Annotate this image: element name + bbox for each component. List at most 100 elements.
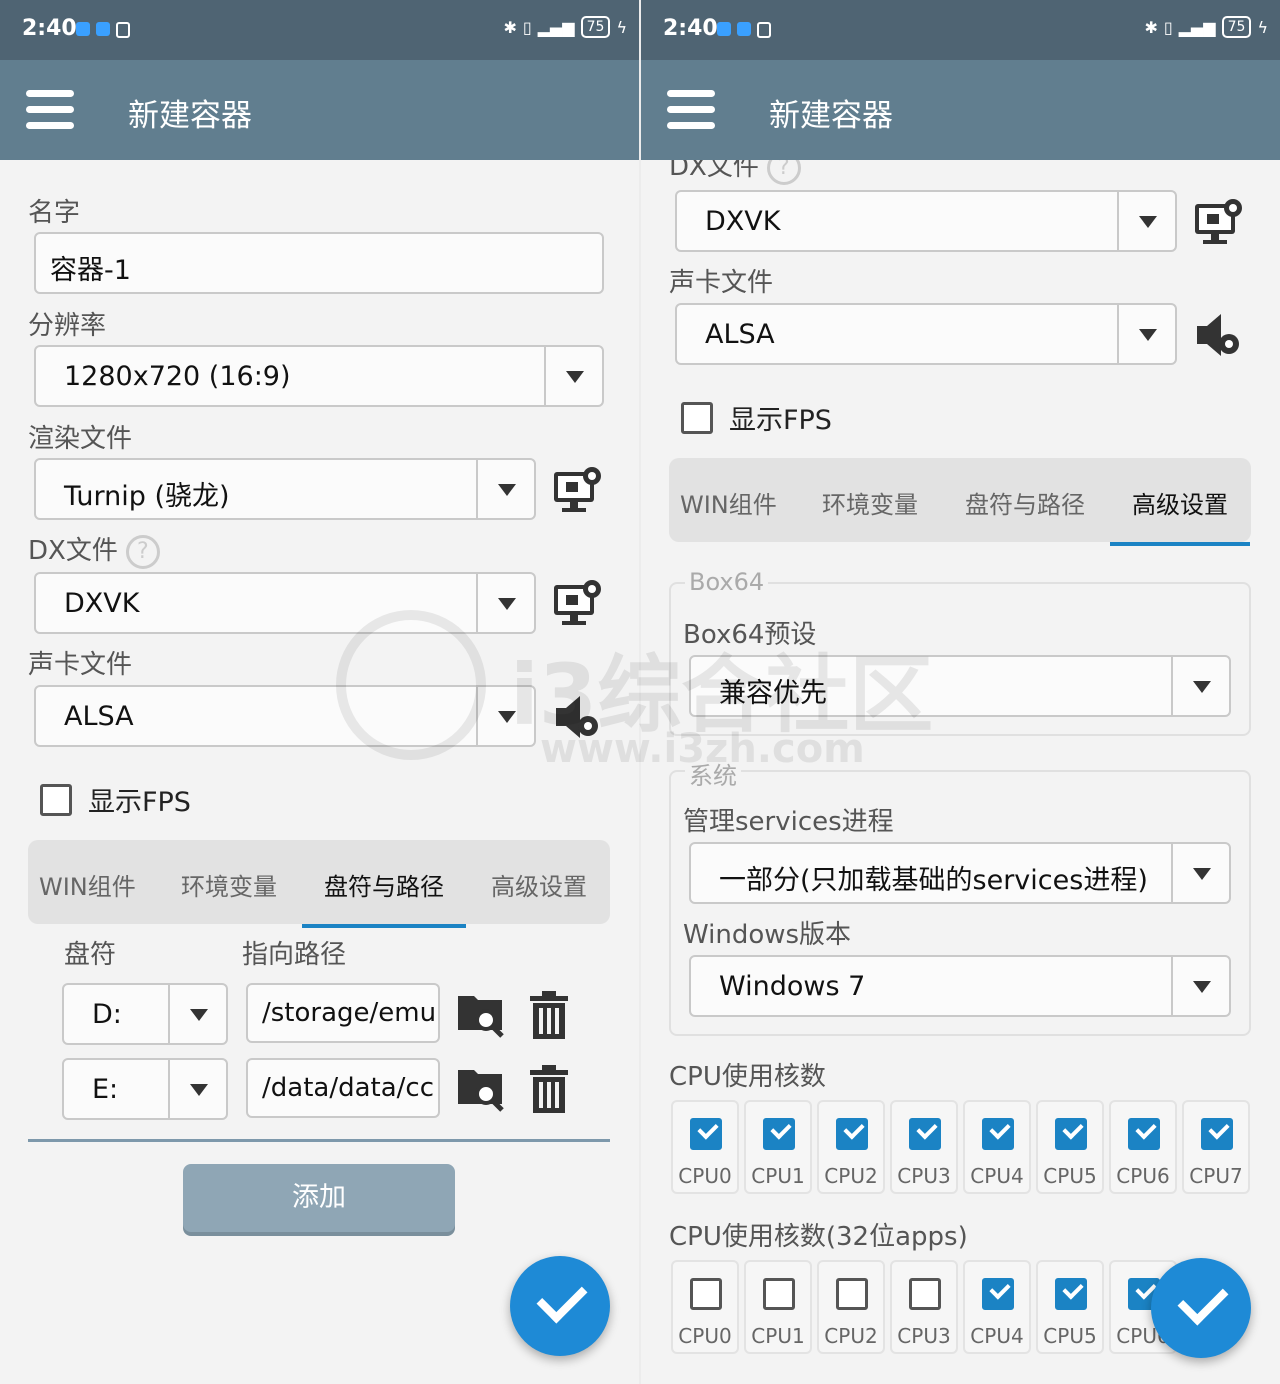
services-value: 一部分(只加载基础的services进程) xyxy=(719,865,1148,896)
battery-icon: 75 xyxy=(580,16,611,38)
chevron-down-icon[interactable] xyxy=(168,1060,226,1118)
cpu-core-checkbox[interactable] xyxy=(982,1118,1014,1150)
help-icon[interactable]: ? xyxy=(125,534,160,569)
dx-settings-icon[interactable] xyxy=(552,577,604,629)
resolution-select[interactable]: 1280x720 (16:9) xyxy=(34,345,604,407)
tab-win-components[interactable]: WIN组件 xyxy=(680,485,777,520)
drive-select-d[interactable]: D: xyxy=(62,983,228,1045)
sound-settings-icon[interactable] xyxy=(1193,310,1245,362)
dx-select[interactable]: DXVK xyxy=(34,572,536,634)
chevron-down-icon[interactable] xyxy=(1171,657,1229,715)
menu-icon[interactable] xyxy=(26,90,74,130)
path-header: 指向路径 xyxy=(242,940,347,970)
drive-letter: D: xyxy=(92,999,122,1030)
cpu-core-cell[interactable]: CPU0 xyxy=(671,1260,739,1354)
charging-icon: ϟ xyxy=(1257,17,1268,37)
cpu-core-checkbox[interactable] xyxy=(1055,1118,1087,1150)
cpu-core-cell[interactable]: CPU1 xyxy=(744,1100,812,1194)
tab-win-components[interactable]: WIN组件 xyxy=(39,867,136,902)
chevron-down-icon[interactable] xyxy=(544,347,602,405)
tab-bar: WIN组件 环境变量 盘符与路径 高级设置 xyxy=(669,458,1251,546)
cpu-core-checkbox[interactable] xyxy=(836,1278,868,1310)
cpu-core-checkbox[interactable] xyxy=(1201,1118,1233,1150)
box64-preset-select[interactable]: 兼容优先 xyxy=(689,655,1231,717)
cpu-core-checkbox[interactable] xyxy=(836,1118,868,1150)
add-button[interactable]: 添加 xyxy=(183,1164,455,1232)
trash-icon[interactable] xyxy=(528,1064,570,1114)
sound-select[interactable]: ALSA xyxy=(675,303,1177,365)
cpu-core-cell[interactable]: CPU1 xyxy=(744,1260,812,1354)
chevron-down-icon[interactable] xyxy=(1171,957,1229,1015)
sound-settings-icon[interactable] xyxy=(552,692,604,744)
chevron-down-icon[interactable] xyxy=(476,460,534,518)
sound-select[interactable]: ALSA xyxy=(34,685,536,747)
cpu-core-cell[interactable]: CPU5 xyxy=(1036,1100,1104,1194)
cpu-core-checkbox[interactable] xyxy=(909,1278,941,1310)
cpu-core-cell[interactable]: CPU5 xyxy=(1036,1260,1104,1354)
dx-settings-icon[interactable] xyxy=(1193,196,1245,248)
cpu-core-checkbox[interactable] xyxy=(763,1278,795,1310)
system-icons: ✱ ▯ ▂▄▆ 75 ϟ xyxy=(1144,16,1268,38)
resolution-label: 分辨率 xyxy=(28,311,107,341)
cpu-core-cell[interactable]: CPU4 xyxy=(963,1100,1031,1194)
cpu-core-checkbox[interactable] xyxy=(690,1118,722,1150)
tab-env-vars[interactable]: 环境变量 xyxy=(181,867,277,902)
chevron-down-icon[interactable] xyxy=(1117,305,1175,363)
render-value: Turnip (骁龙) xyxy=(64,481,230,512)
cpu-core-checkbox[interactable] xyxy=(1128,1118,1160,1150)
chevron-down-icon[interactable] xyxy=(1117,192,1175,250)
chevron-down-icon[interactable] xyxy=(1171,844,1229,902)
cpu-core-cell[interactable]: CPU4 xyxy=(963,1260,1031,1354)
cpu-core-checkbox[interactable] xyxy=(982,1278,1014,1310)
tab-drives-paths[interactable]: 盘符与路径 xyxy=(302,867,466,928)
dx-value: DXVK xyxy=(705,206,781,237)
tab-drives-paths[interactable]: 盘符与路径 xyxy=(965,485,1085,520)
cpu-core-cell[interactable]: CPU2 xyxy=(817,1260,885,1354)
folder-search-icon[interactable] xyxy=(456,1064,506,1112)
cpu-core-cell[interactable]: CPU3 xyxy=(890,1260,958,1354)
tab-advanced[interactable]: 高级设置 xyxy=(1110,485,1250,546)
chevron-down-icon[interactable] xyxy=(168,985,226,1043)
cpu-core-checkbox[interactable] xyxy=(1055,1278,1087,1310)
drive-select-e[interactable]: E: xyxy=(62,1058,228,1120)
menu-icon[interactable] xyxy=(667,90,715,130)
cpu-core-checkbox[interactable] xyxy=(690,1278,722,1310)
fps-checkbox[interactable] xyxy=(681,401,713,434)
vibrate-icon: ▯ xyxy=(1163,17,1173,37)
path-input-e[interactable]: /data/data/cc xyxy=(246,1058,440,1118)
cpu-core-cell[interactable]: CPU6 xyxy=(1109,1100,1177,1194)
services-select[interactable]: 一部分(只加载基础的services进程) xyxy=(689,842,1231,904)
cpu-core-checkbox[interactable] xyxy=(763,1118,795,1150)
cpu-core-cell[interactable]: CPU2 xyxy=(817,1100,885,1194)
chevron-down-icon[interactable] xyxy=(476,687,534,745)
cloud-icon xyxy=(76,22,90,36)
notification-icons xyxy=(717,22,771,38)
folder-search-icon[interactable] xyxy=(456,990,506,1038)
nfc-icon xyxy=(116,22,130,38)
dx-select[interactable]: DXVK xyxy=(675,190,1177,252)
cpu-core-cell[interactable]: CPU3 xyxy=(890,1100,958,1194)
right-screen: 2:40 ✱ ▯ ▂▄▆ 75 ϟ DX文件? 新建容器 DXVK 声卡文件 A… xyxy=(641,0,1280,1384)
confirm-fab[interactable] xyxy=(510,1256,610,1356)
cpu-core-label: CPU4 xyxy=(970,1164,1024,1188)
confirm-fab[interactable] xyxy=(1151,1258,1251,1358)
cpu-core-cell[interactable]: CPU0 xyxy=(671,1100,739,1194)
box64-group-label: Box64 xyxy=(685,568,769,596)
chevron-down-icon[interactable] xyxy=(476,574,534,632)
cpu-core-cell[interactable]: CPU7 xyxy=(1182,1100,1250,1194)
services-label: 管理services进程 xyxy=(683,807,894,837)
fps-checkbox[interactable] xyxy=(40,783,72,816)
box64-preset-value: 兼容优先 xyxy=(719,678,827,709)
cpu-core-checkbox[interactable] xyxy=(909,1118,941,1150)
tab-env-vars[interactable]: 环境变量 xyxy=(822,485,918,520)
fps-checkbox-row[interactable]: 显示FPS xyxy=(681,398,832,437)
message-icon xyxy=(737,22,751,36)
path-input-d[interactable]: /storage/emu xyxy=(246,983,440,1043)
winver-select[interactable]: Windows 7 xyxy=(689,955,1231,1017)
name-input[interactable]: 容器-1 xyxy=(34,232,604,294)
fps-checkbox-row[interactable]: 显示FPS xyxy=(40,780,191,819)
render-settings-icon[interactable] xyxy=(552,464,604,516)
render-select[interactable]: Turnip (骁龙) xyxy=(34,458,536,520)
trash-icon[interactable] xyxy=(528,990,570,1040)
tab-advanced[interactable]: 高级设置 xyxy=(491,867,587,902)
